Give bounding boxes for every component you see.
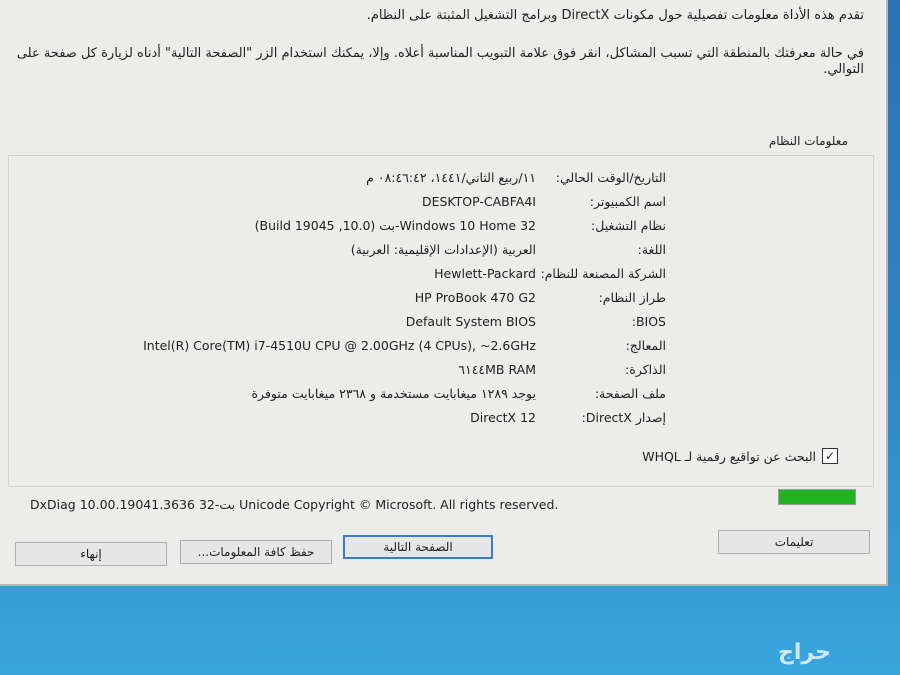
checkbox-check-icon[interactable]: ✓ (822, 448, 838, 464)
row-value: Hewlett-Packard (434, 266, 536, 281)
exit-button[interactable]: إنهاء (15, 542, 167, 566)
system-info-title: معلومات النظام (768, 134, 848, 148)
row-label: طراز النظام: (598, 290, 666, 305)
row-value: ١١/ربيع الثاني/١٤٤١، ٠٨:٤٦:٤٢ م (366, 170, 536, 185)
row-value: HP ProBook 470 G2 (414, 290, 536, 305)
row-language: اللغة: العربية (الإعدادات الإقليمية: الع… (0, 242, 886, 264)
row-computer-name: اسم الكمبيوتر: DESKTOP-CABFA4I (0, 194, 886, 216)
watermark-logo: حراج (778, 640, 831, 665)
next-page-button[interactable]: الصفحة التالية (343, 535, 493, 559)
intro-text: تقدم هذه الأداة معلومات تفصيلية حول مكون… (14, 8, 864, 100)
row-manufacturer: الشركة المصنعة للنظام: Hewlett-Packard (0, 266, 886, 288)
whql-checkbox[interactable]: ✓ البحث عن تواقيع رقمية لـ WHQL (642, 448, 838, 464)
row-value: ٦١٤٤MB RAM (458, 362, 536, 377)
row-page-file: ملف الصفحة: يوجد ١٢٨٩ ميغابايت مستخدمة و… (0, 386, 886, 408)
intro-line-1: تقدم هذه الأداة معلومات تفصيلية حول مكون… (366, 8, 864, 23)
intro-line-2: في حالة معرفتك بالمنطقة التي تسبب المشاك… (16, 46, 864, 77)
row-label: المعالج: (625, 338, 666, 353)
row-value: DESKTOP-CABFA4I (421, 194, 536, 209)
row-value: يوجد ١٢٨٩ ميغابايت مستخدمة و ٢٣٦٨ ميغابا… (251, 386, 537, 401)
row-label: اسم الكمبيوتر: (589, 194, 666, 209)
row-label: نظام التشغيل: (591, 218, 666, 233)
row-value: Default System BIOS (405, 314, 536, 329)
row-os: نظام التشغيل: Windows 10 Home 32-بت (10.… (0, 218, 886, 240)
row-bios: BIOS: Default System BIOS (0, 314, 886, 336)
row-label: إصدار DirectX: (581, 410, 666, 425)
row-model: طراز النظام: HP ProBook 470 G2 (0, 290, 886, 312)
progress-bar (778, 489, 856, 505)
dxdiag-window: تقدم هذه الأداة معلومات تفصيلية حول مكون… (0, 0, 888, 586)
row-value: العربية (الإعدادات الإقليمية: العربية) (350, 242, 536, 257)
row-label: BIOS: (631, 314, 666, 329)
row-directx: إصدار DirectX: DirectX 12 (0, 410, 886, 432)
whql-checkbox-label: البحث عن تواقيع رقمية لـ WHQL (642, 448, 816, 464)
row-label: ملف الصفحة: (594, 386, 666, 401)
row-processor: المعالج: Intel(R) Core(TM) i7-4510U CPU … (0, 338, 886, 360)
progress-fill (779, 490, 855, 504)
row-label: التاريخ/الوقت الحالي: (555, 170, 666, 185)
row-value: Intel(R) Core(TM) i7-4510U CPU @ 2.00GHz… (143, 338, 536, 353)
row-label: الشركة المصنعة للنظام: (540, 266, 666, 281)
save-all-button[interactable]: حفظ كافة المعلومات... (180, 540, 332, 564)
row-label: الذاكرة: (625, 362, 666, 377)
row-label: اللغة: (637, 242, 666, 257)
row-datetime: التاريخ/الوقت الحالي: ١١/ربيع الثاني/١٤٤… (0, 170, 886, 192)
row-memory: الذاكرة: ٦١٤٤MB RAM (0, 362, 886, 384)
copyright-text: DxDiag 10.00.19041.3636 32-بت Unicode Co… (30, 497, 559, 512)
help-button[interactable]: تعليمات (718, 530, 870, 554)
row-value: Windows 10 Home 32-بت (10.0, Build 19045… (254, 218, 536, 233)
row-value: DirectX 12 (470, 410, 536, 425)
